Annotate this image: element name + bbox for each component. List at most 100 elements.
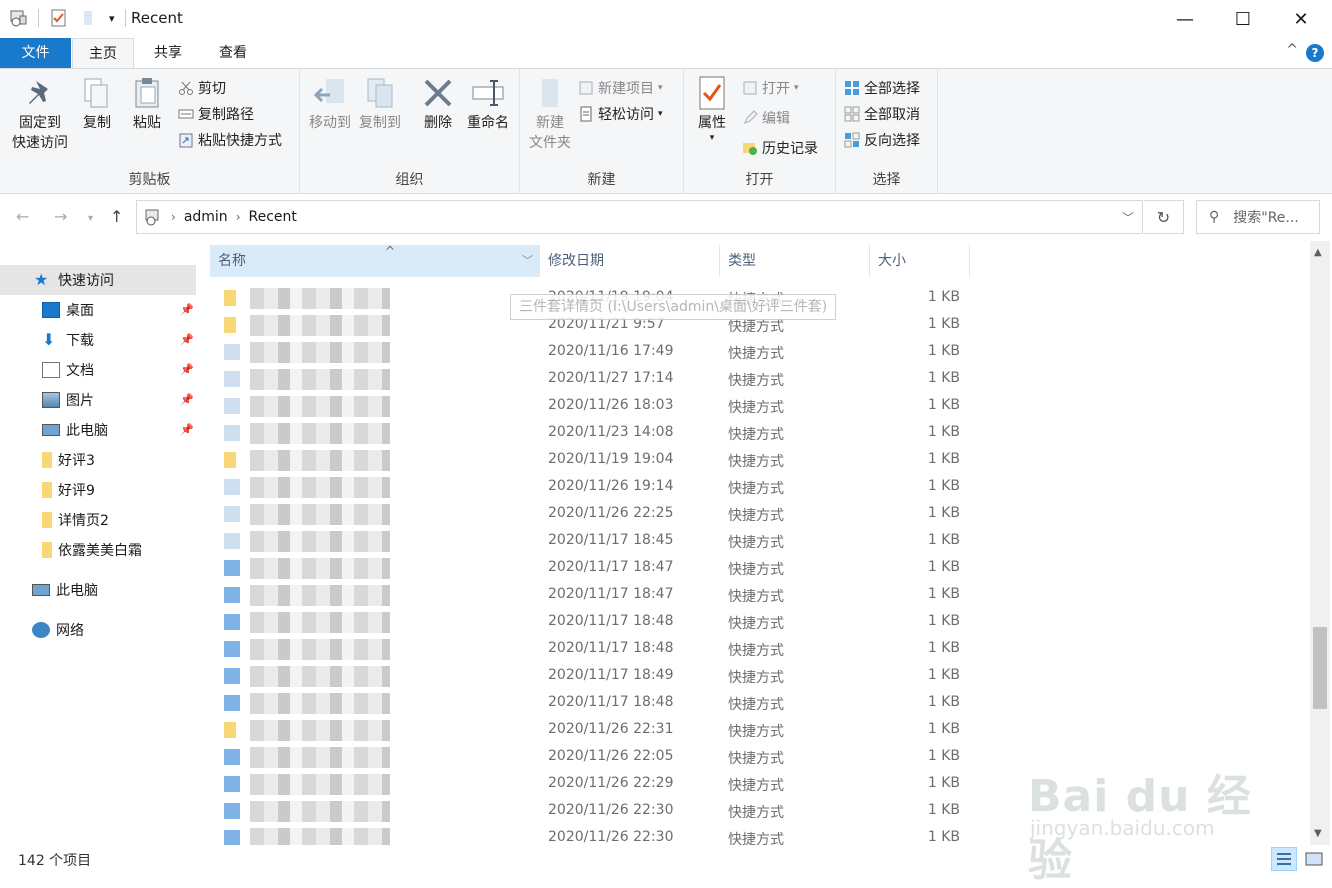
pin-to-quick-access-button[interactable]: 固定到 快速访问 (8, 75, 72, 153)
column-header-date[interactable]: 修改日期 (540, 245, 720, 277)
rename-label: 重命名 (467, 115, 509, 131)
tab-home[interactable]: 主页 (72, 38, 134, 69)
file-date: 2020/11/17 18:45 (548, 532, 674, 548)
table-row[interactable]: 2020/11/17 18:48 快捷方式 1 KB (210, 609, 970, 636)
table-row[interactable]: 2020/11/26 22:30 快捷方式 1 KB (210, 825, 970, 845)
tab-view[interactable]: 查看 (204, 38, 262, 68)
nav-item-label: 图片 (66, 393, 94, 409)
rename-button[interactable]: 重命名 (464, 75, 512, 133)
help-icon[interactable]: ? (1306, 44, 1324, 62)
tab-file[interactable]: 文件 (0, 38, 71, 68)
close-button[interactable]: ✕ (1272, 0, 1330, 38)
nav-item-documents[interactable]: 文档 📌 (0, 355, 196, 385)
copy-path-button[interactable]: 复制路径 (178, 103, 254, 125)
copy-button[interactable]: 复制 (76, 75, 118, 133)
qat-dropdown-icon[interactable]: ▾ (109, 12, 115, 25)
nav-quick-access[interactable]: ★ 快速访问 (0, 265, 196, 295)
details-view-button[interactable] (1271, 847, 1297, 871)
scroll-up-arrow-icon[interactable]: ▲ (1314, 247, 1322, 258)
up-arrow-icon[interactable]: ↑ (110, 207, 123, 226)
table-row[interactable]: 2020/11/17 18:47 快捷方式 1 KB (210, 555, 970, 582)
file-size: 1 KB (927, 802, 960, 818)
properties-button[interactable]: 属性 ▾ (690, 75, 734, 143)
image-shortcut-icon (224, 560, 240, 576)
nav-item-pictures[interactable]: 图片 📌 (0, 385, 196, 415)
nav-item-folder[interactable]: 详情页2 (0, 505, 196, 535)
table-row[interactable]: 2020/11/17 18:48 快捷方式 1 KB (210, 636, 970, 663)
nav-network[interactable]: 网络 (0, 615, 196, 645)
nav-item-folder[interactable]: 好评9 (0, 475, 196, 505)
maximize-button[interactable]: ☐ (1214, 0, 1272, 38)
table-row[interactable]: 2020/11/26 22:05 快捷方式 1 KB (210, 744, 970, 771)
new-folder-icon[interactable] (79, 8, 99, 28)
nav-item-label: 依露美美白霜 (58, 543, 142, 559)
nav-item-downloads[interactable]: ⬇ 下载 📌 (0, 325, 196, 355)
refresh-button[interactable]: ↻ (1144, 200, 1184, 234)
new-item-button[interactable]: 新建项目 ▾ (578, 77, 663, 99)
copy-to-button[interactable]: 复制到 (356, 75, 404, 133)
open-button[interactable]: 打开 ▾ (742, 77, 799, 99)
address-bar[interactable]: › admin › Recent ﹀ (136, 200, 1143, 234)
table-row[interactable]: 2020/11/19 19:04 快捷方式 1 KB (210, 447, 970, 474)
large-icons-view-button[interactable] (1301, 847, 1327, 871)
nav-item-folder[interactable]: 依露美美白霜 (0, 535, 196, 565)
column-filter-dropdown-icon[interactable]: ﹀ (522, 245, 533, 277)
invert-selection-button[interactable]: 反向选择 (844, 129, 920, 151)
folder-network-icon[interactable] (8, 8, 28, 28)
file-name-redacted (250, 747, 390, 768)
delete-label: 删除 (424, 115, 452, 131)
table-row[interactable]: 2020/11/26 22:31 快捷方式 1 KB (210, 717, 970, 744)
nav-item-desktop[interactable]: 桌面 📌 (0, 295, 196, 325)
column-header-type[interactable]: 类型 (720, 245, 870, 277)
nav-this-pc[interactable]: 此电脑 (0, 575, 196, 605)
paste-button[interactable]: 粘贴 (124, 75, 170, 133)
column-header-size[interactable]: 大小 (870, 245, 970, 277)
select-all-button[interactable]: 全部选择 (844, 77, 920, 99)
file-size: 1 KB (927, 343, 960, 359)
history-button[interactable]: 历史记录 (742, 137, 818, 159)
table-row[interactable]: 2020/11/27 17:14 快捷方式 1 KB (210, 366, 970, 393)
file-name-redacted (250, 369, 390, 390)
address-dropdown-icon[interactable]: ﹀ (1122, 209, 1134, 226)
back-arrow-icon[interactable]: ← (16, 207, 29, 226)
paste-shortcut-button[interactable]: 粘贴快捷方式 (178, 129, 282, 151)
recent-locations-icon[interactable]: ▾ (88, 213, 93, 224)
table-row[interactable]: 2020/11/17 18:49 快捷方式 1 KB (210, 663, 970, 690)
item-count: 142 个项目 (18, 853, 92, 869)
select-none-button[interactable]: 全部取消 (844, 103, 920, 125)
nav-item-folder[interactable]: 好评3 (0, 445, 196, 475)
file-type: 快捷方式 (728, 670, 784, 686)
table-row[interactable]: 2020/11/26 22:30 快捷方式 1 KB (210, 798, 970, 825)
properties-check-icon[interactable] (49, 8, 69, 28)
vertical-scrollbar[interactable]: ▲ ▼ (1310, 241, 1330, 845)
breadcrumb-recent[interactable]: Recent (249, 209, 297, 225)
table-row[interactable]: 2020/11/17 18:48 快捷方式 1 KB (210, 690, 970, 717)
table-row[interactable]: 2020/11/26 18:03 快捷方式 1 KB (210, 393, 970, 420)
edit-button[interactable]: 编辑 (742, 107, 790, 129)
column-header-name[interactable]: 名称 ^ ﹀ (210, 244, 540, 277)
table-row[interactable]: 2020/11/17 18:47 快捷方式 1 KB (210, 582, 970, 609)
table-row[interactable]: 2020/11/26 19:14 快捷方式 1 KB (210, 474, 970, 501)
delete-button[interactable]: 删除 (418, 75, 458, 133)
table-row[interactable]: 2020/11/26 22:29 快捷方式 1 KB (210, 771, 970, 798)
new-folder-label-1: 新建 (536, 115, 564, 131)
tab-share[interactable]: 共享 (140, 38, 196, 68)
move-to-button[interactable]: 移动到 (306, 75, 354, 133)
table-row[interactable]: 2020/11/26 22:25 快捷方式 1 KB (210, 501, 970, 528)
cut-button[interactable]: 剪切 (178, 77, 226, 99)
collapse-ribbon-icon[interactable]: ^ (1286, 42, 1298, 58)
new-folder-button[interactable]: 新建 文件夹 (524, 75, 576, 153)
scroll-down-arrow-icon[interactable]: ▼ (1314, 828, 1322, 839)
nav-item-this-pc-pinned[interactable]: 此电脑 📌 (0, 415, 196, 445)
table-row[interactable]: 2020/11/17 18:45 快捷方式 1 KB (210, 528, 970, 555)
search-box[interactable]: ⚲ 搜索"Re... (1196, 200, 1320, 234)
breadcrumb-admin[interactable]: admin (184, 209, 228, 225)
file-type: 快捷方式 (728, 508, 784, 524)
table-row[interactable]: 2020/11/23 14:08 快捷方式 1 KB (210, 420, 970, 447)
scrollbar-thumb[interactable] (1313, 627, 1327, 709)
select-all-label: 全部选择 (864, 81, 920, 97)
forward-arrow-icon[interactable]: → (54, 207, 67, 226)
minimize-button[interactable]: — (1156, 0, 1214, 38)
easy-access-button[interactable]: 轻松访问 ▾ (578, 103, 663, 125)
table-row[interactable]: 2020/11/16 17:49 快捷方式 1 KB (210, 339, 970, 366)
